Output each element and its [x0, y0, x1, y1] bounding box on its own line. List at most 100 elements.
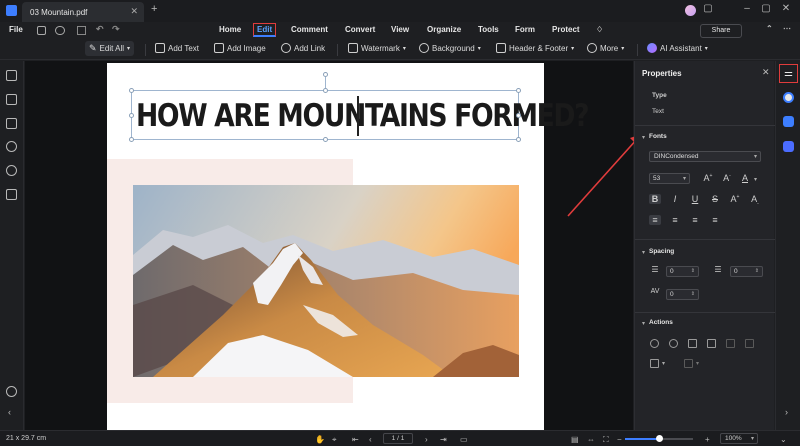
ai-assistant-button[interactable]: AI Assistant ▾ [647, 43, 708, 53]
minimize-icon[interactable]: – [740, 3, 754, 14]
attachment-icon[interactable] [6, 141, 17, 152]
align-right-button[interactable]: ≡ [689, 215, 701, 225]
underline-button[interactable]: U [689, 194, 701, 204]
fit-width-icon[interactable]: ⇔ [587, 435, 595, 444]
collapse-status-icon[interactable]: ⌄ [780, 435, 787, 444]
superscript-button[interactable]: A+ [729, 194, 741, 204]
align-center-button[interactable]: ≡ [669, 215, 681, 225]
resize-handle[interactable] [129, 113, 134, 118]
zoom-level-select[interactable]: 100% ▾ [720, 433, 758, 444]
first-page-icon[interactable]: ⇤ [352, 435, 359, 444]
save-icon[interactable] [37, 26, 46, 35]
layers-icon[interactable] [6, 189, 17, 200]
add-image-button[interactable]: Add Image [214, 43, 266, 53]
expand-rail-icon[interactable]: › [785, 407, 788, 417]
settings-icon[interactable]: ⋯ [783, 24, 791, 33]
page-view-icon[interactable]: ▤ [571, 435, 579, 444]
comment-icon[interactable] [6, 118, 17, 129]
hand-tool-icon[interactable]: ✋ [315, 435, 325, 444]
resize-handle[interactable] [516, 137, 521, 142]
justify-button[interactable]: ≡ [709, 215, 721, 225]
font-color-icon[interactable]: A [739, 173, 751, 183]
last-page-icon[interactable]: ⇥ [440, 435, 447, 444]
collapse-spacing-icon[interactable]: ▾ [642, 249, 645, 256]
menu-edit[interactable]: Edit [253, 23, 277, 37]
add-link-button[interactable]: Add Link [281, 43, 325, 53]
extract-icon[interactable] [745, 339, 754, 348]
avatar[interactable] [685, 5, 696, 16]
zoom-out-icon[interactable]: − [617, 435, 622, 444]
flip-vertical-icon[interactable] [688, 339, 697, 348]
subscript-button[interactable]: A- [749, 194, 761, 207]
title-text-box[interactable]: HOW ARE MOUNTAINS FORMED? [129, 72, 590, 142]
bold-button[interactable]: B [649, 194, 661, 204]
background-button[interactable]: Background ▾ [419, 43, 481, 53]
flip-horizontal-icon[interactable] [707, 339, 716, 348]
resize-handle[interactable] [323, 88, 328, 93]
resize-handle[interactable] [323, 137, 328, 142]
more-button[interactable]: More ▾ [587, 43, 624, 53]
redo-icon[interactable]: ↷ [112, 24, 120, 35]
strikethrough-button[interactable]: S [709, 194, 721, 204]
fit-page-icon[interactable]: ▭ [460, 435, 468, 444]
resize-handle[interactable] [129, 137, 134, 142]
header-footer-button[interactable]: Header & Footer ▾ [496, 43, 574, 53]
close-properties-icon[interactable]: ✕ [762, 67, 770, 78]
undo-icon[interactable]: ↶ [96, 24, 104, 35]
collapse-sidebar-icon[interactable]: ‹ [8, 407, 11, 417]
search-icon[interactable] [6, 165, 17, 176]
menu-form[interactable]: Form [515, 25, 535, 34]
resize-handle[interactable] [516, 113, 521, 118]
print-icon[interactable] [77, 26, 86, 35]
distribute-objects-icon[interactable] [684, 359, 693, 368]
mountain-photo[interactable] [133, 185, 519, 377]
maximize-icon[interactable]: ▢ [759, 3, 773, 14]
notification-icon[interactable]: ▢ [701, 3, 715, 14]
select-tool-icon[interactable]: ⌖ [332, 435, 337, 445]
page-number-input[interactable]: 1 / 1 [383, 433, 413, 444]
document-canvas[interactable]: HOW ARE MOUNTAINS FORMED? [25, 61, 633, 430]
decrease-font-icon[interactable]: A- [721, 173, 733, 183]
increase-font-icon[interactable]: A+ [702, 173, 714, 183]
line-spacing-input[interactable]: 0 ⇕ [666, 266, 699, 277]
ai-icon[interactable] [783, 116, 794, 127]
menu-comment[interactable]: Comment [291, 25, 328, 34]
resize-handle[interactable] [129, 88, 134, 93]
thumbnails-icon[interactable] [6, 70, 17, 81]
chevron-down-icon[interactable]: ▾ [662, 360, 665, 367]
chevron-down-icon[interactable]: ▾ [696, 360, 699, 367]
chat-icon[interactable] [783, 92, 794, 103]
bookmark-icon[interactable] [6, 94, 17, 105]
menu-tools[interactable]: Tools [478, 25, 499, 34]
zoom-slider-handle[interactable] [656, 435, 663, 442]
document-tab[interactable]: 03 Mountain.pdf ✕ [22, 2, 144, 22]
character-spacing-input[interactable]: 0 ⇕ [666, 289, 699, 300]
collapse-fonts-icon[interactable]: ▾ [642, 134, 645, 141]
rotate-left-icon[interactable] [650, 339, 659, 348]
help-icon[interactable] [6, 386, 17, 397]
align-left-button[interactable]: ≡ [649, 215, 661, 225]
menu-view[interactable]: View [391, 25, 409, 34]
close-tab-icon[interactable]: ✕ [130, 6, 138, 17]
edit-all-button[interactable]: ✎ Edit All ▾ [85, 41, 135, 56]
italic-button[interactable]: I [669, 194, 681, 204]
next-page-icon[interactable]: › [425, 435, 428, 444]
collapse-icon[interactable]: ⌃ [766, 24, 773, 33]
paragraph-spacing-input[interactable]: 0 ⇕ [730, 266, 763, 277]
menu-protect[interactable]: Protect [552, 25, 580, 34]
pdf-page[interactable]: HOW ARE MOUNTAINS FORMED? [107, 63, 590, 430]
full-screen-icon[interactable]: ⛶ [603, 435, 609, 445]
add-text-button[interactable]: Add Text [155, 43, 199, 53]
new-tab-icon[interactable]: + [151, 3, 157, 15]
previous-page-icon[interactable]: ‹ [369, 435, 372, 444]
translate-icon[interactable] [783, 141, 794, 152]
font-family-select[interactable]: DINCondensed ▾ [649, 151, 761, 162]
cloud-icon[interactable] [55, 26, 65, 35]
close-window-icon[interactable]: ✕ [779, 3, 793, 14]
menu-organize[interactable]: Organize [427, 25, 461, 34]
menu-file[interactable]: File [9, 25, 23, 34]
share-button[interactable]: Share [700, 24, 742, 38]
properties-toggle-button[interactable]: ⚌ [779, 64, 798, 83]
replace-icon[interactable] [726, 339, 735, 348]
font-size-select[interactable]: 53 ▾ [649, 173, 690, 184]
